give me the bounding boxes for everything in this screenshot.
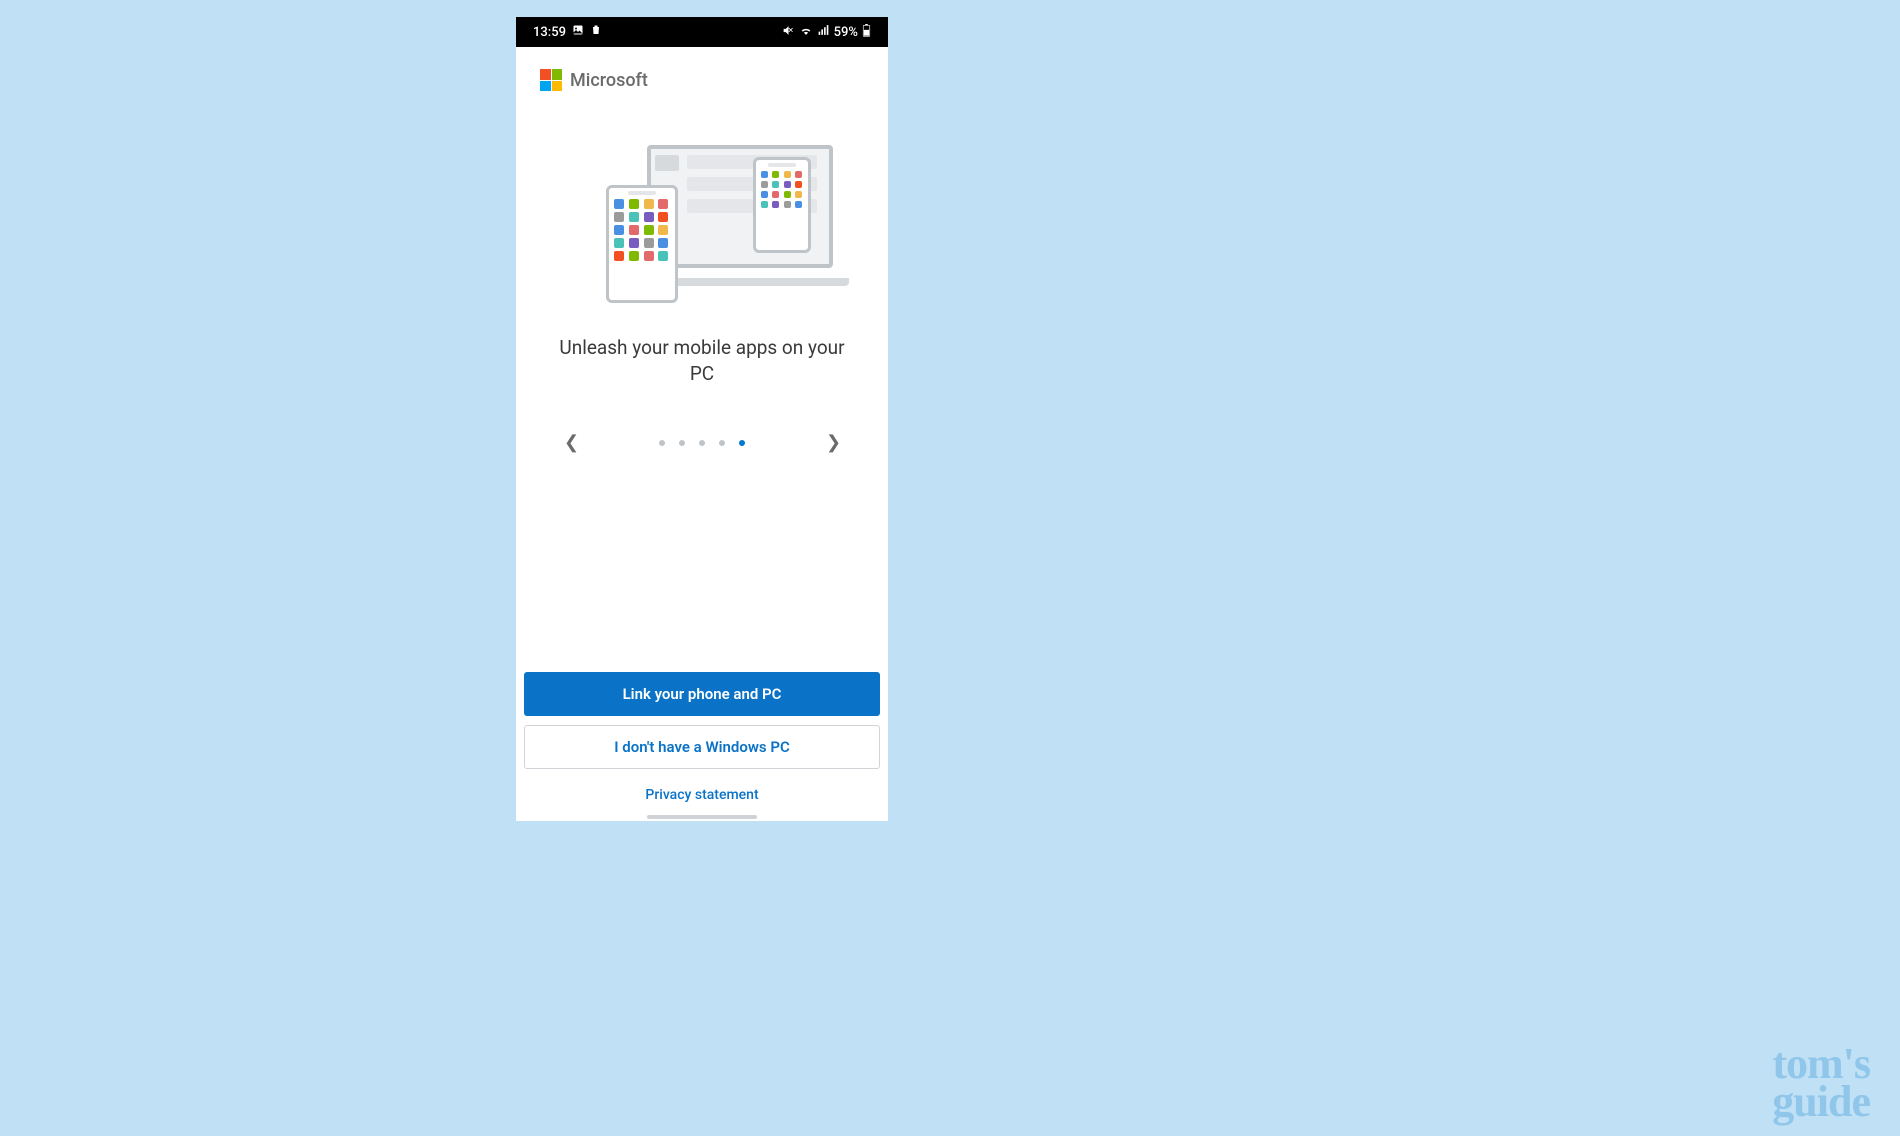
no-pc-button[interactable]: I don't have a Windows PC	[524, 725, 880, 769]
mute-icon	[782, 24, 795, 41]
pagination-dot[interactable]	[659, 440, 665, 446]
app-content: Microsoft Unle	[516, 47, 888, 821]
pagination-dot[interactable]	[739, 440, 745, 446]
phone-screenshot: 13:59 59%	[516, 17, 888, 821]
mirrored-phone-icon	[753, 157, 811, 253]
pagination-dot[interactable]	[699, 440, 705, 446]
pagination-dot[interactable]	[719, 440, 725, 446]
battery-text: 59%	[834, 25, 858, 40]
privacy-link[interactable]: Privacy statement	[524, 787, 880, 811]
status-time: 13:59	[533, 25, 566, 40]
image-icon	[572, 24, 584, 40]
carousel-pagination: ❮ ❯	[516, 432, 888, 453]
signal-icon	[817, 24, 830, 41]
pagination-dot[interactable]	[679, 440, 685, 446]
microsoft-logo-icon	[540, 69, 562, 91]
chevron-right-icon[interactable]: ❯	[826, 432, 840, 453]
link-phone-button[interactable]: Link your phone and PC	[524, 672, 880, 716]
pagination-dots	[659, 440, 745, 446]
onboarding-heading: Unleash your mobile apps on your PC	[516, 335, 888, 386]
watermark: tom's guide	[1732, 1045, 1870, 1120]
home-indicator	[647, 815, 757, 819]
source-phone-icon	[606, 185, 678, 303]
battery-icon	[862, 24, 871, 41]
shop-icon	[590, 24, 602, 40]
status-bar: 13:59 59%	[516, 17, 888, 47]
hero-illustration	[572, 145, 832, 303]
brand-header: Microsoft	[516, 47, 888, 101]
brand-name: Microsoft	[570, 70, 648, 91]
wifi-icon	[799, 24, 813, 41]
chevron-left-icon[interactable]: ❮	[564, 432, 578, 453]
